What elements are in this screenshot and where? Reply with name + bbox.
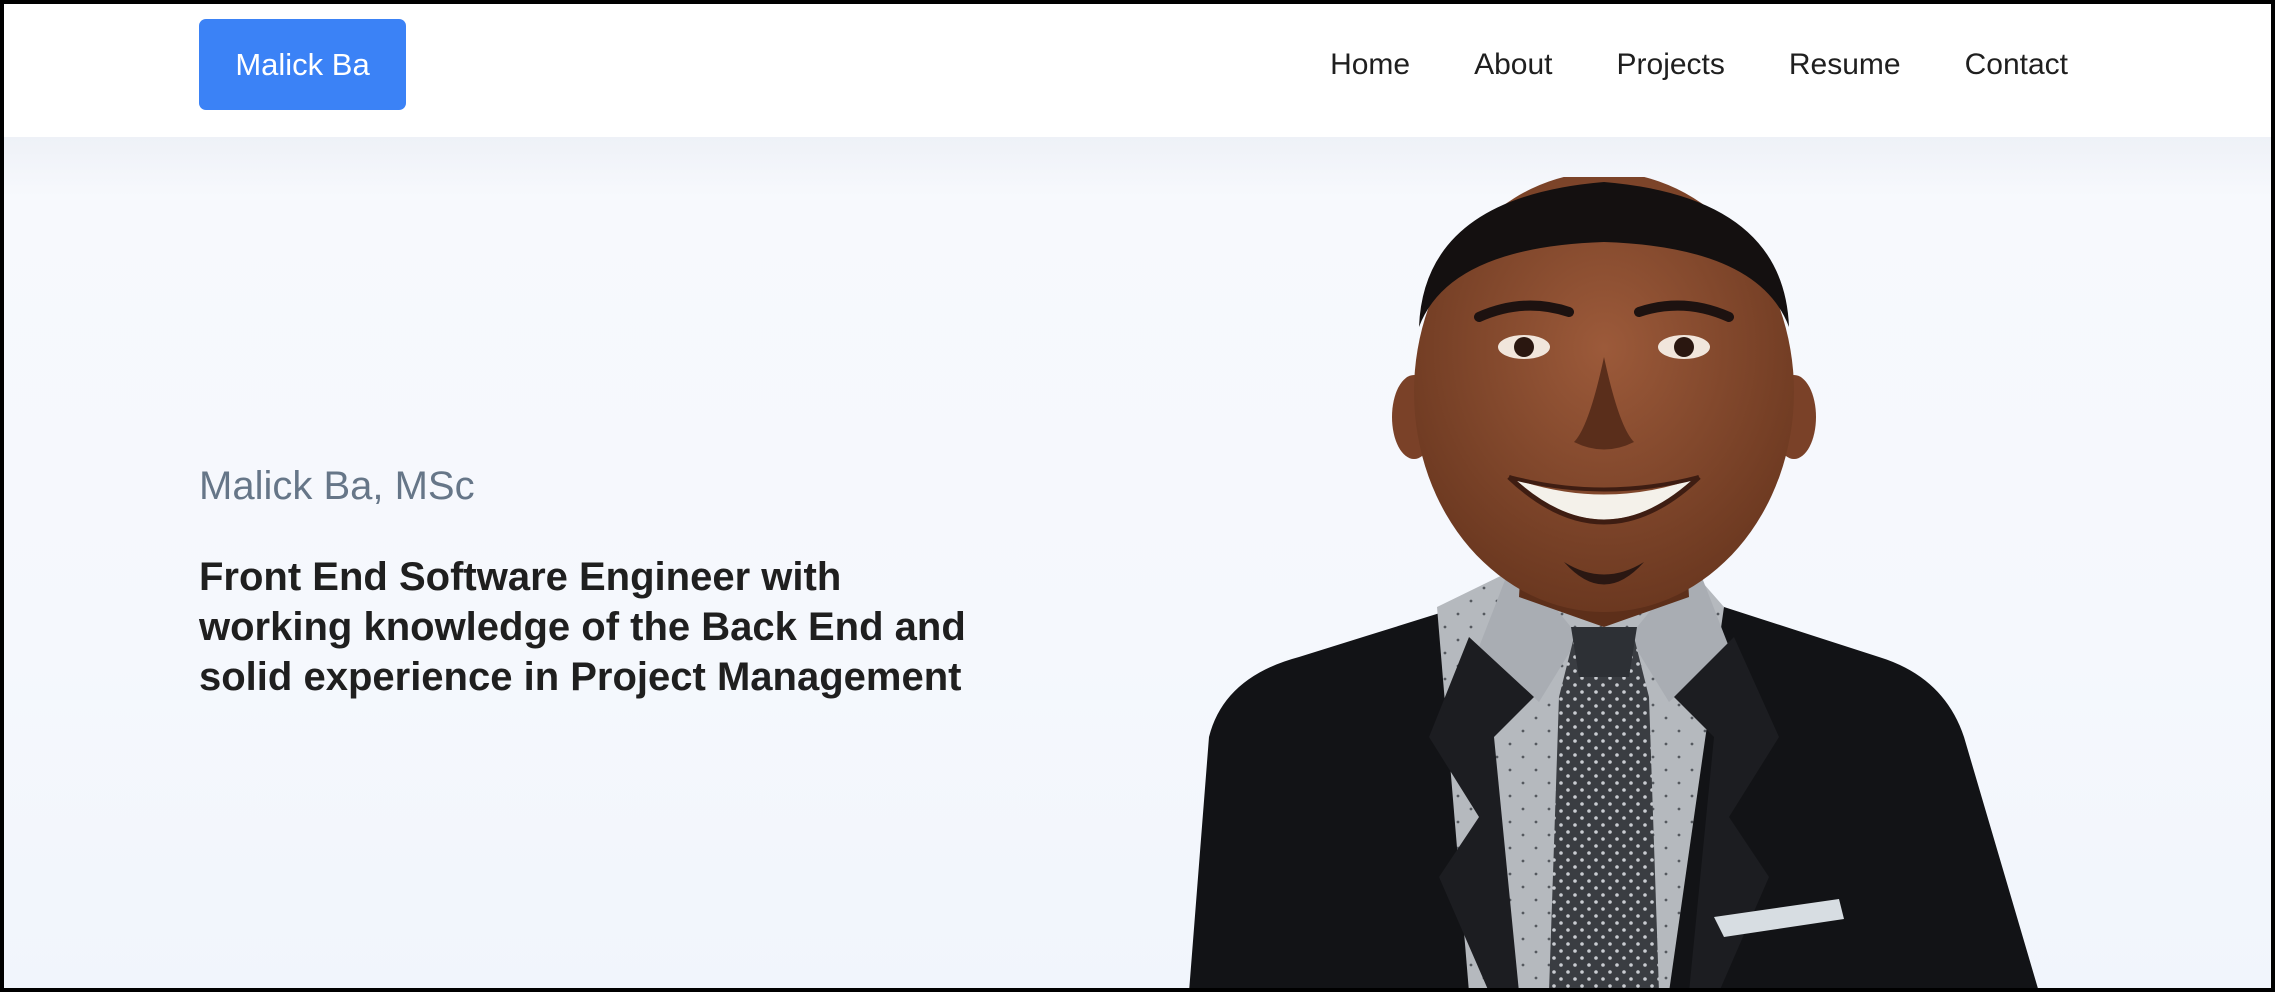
- tie: [1549, 637, 1659, 988]
- nav-link-resume[interactable]: Resume: [1789, 48, 1901, 82]
- navbar: Malick Ba Home About Projects Resume Con…: [4, 4, 2271, 137]
- nav-link-contact[interactable]: Contact: [1965, 48, 2068, 82]
- brand-button[interactable]: Malick Ba: [199, 19, 406, 110]
- hero-section: Malick Ba, MSc Front End Software Engine…: [4, 137, 2271, 988]
- nav-links: Home About Projects Resume Contact: [1330, 4, 2068, 126]
- portrait-photo: [1189, 177, 2038, 988]
- nav-link-about[interactable]: About: [1474, 48, 1552, 82]
- browser-frame: Malick Ba Home About Projects Resume Con…: [0, 0, 2275, 992]
- hero-subtitle: Malick Ba, MSc: [199, 464, 475, 508]
- nav-link-home[interactable]: Home: [1330, 48, 1410, 82]
- hero-text: Malick Ba, MSc Front End Software Engine…: [199, 462, 979, 702]
- nav-link-projects[interactable]: Projects: [1617, 48, 1725, 82]
- hero-headline: Front End Software Engineer with working…: [199, 555, 966, 699]
